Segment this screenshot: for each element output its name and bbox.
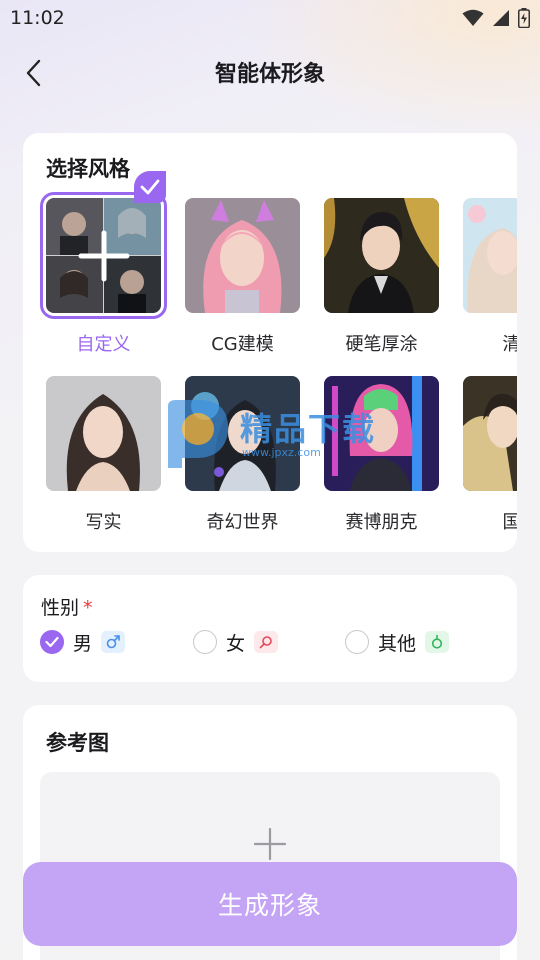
male-icon <box>101 631 126 653</box>
generate-button[interactable]: 生成形象 <box>23 862 517 946</box>
pen-style-image <box>324 198 439 313</box>
style-thumb <box>40 192 167 319</box>
gender-option-other[interactable]: 其他 <box>345 629 450 655</box>
style-section-title: 选择风格 <box>46 157 130 181</box>
gender-card: 性别 * 男 女 其他 <box>23 575 517 682</box>
style-item-label: CG建模 <box>211 334 274 355</box>
gender-label: 男 <box>73 632 93 655</box>
radio-other[interactable] <box>345 630 369 654</box>
gender-title-text: 性别 <box>41 597 80 619</box>
upload-plus <box>253 827 287 865</box>
style-thumb <box>463 376 517 491</box>
battery-icon <box>518 8 530 28</box>
add-custom-overlay <box>46 198 161 313</box>
watermark: 精品下载 www.jpxz.com <box>162 398 392 472</box>
gender-title: 性别 * <box>41 593 93 620</box>
check-icon <box>140 179 160 195</box>
status-bar: 11:02 <box>0 0 540 36</box>
wifi-icon <box>462 9 484 26</box>
other-gender-icon <box>425 631 450 653</box>
cg-style-image <box>185 198 300 313</box>
style-item-label: 写实 <box>85 512 122 533</box>
style-thumb <box>324 198 439 313</box>
style-thumb <box>185 198 300 313</box>
plus-icon <box>253 827 287 861</box>
style-item-label: 清新 <box>502 334 518 355</box>
status-time: 11:02 <box>10 7 65 29</box>
radio-female[interactable] <box>193 630 217 654</box>
watermark-sub: www.jpxz.com <box>242 446 321 459</box>
style-card: 选择风格 自定义 CG建模 硬笔厚涂 清 写实 奇幻世界 赛博朋克 国 <box>23 133 517 552</box>
page-title: 智能体形象 <box>214 62 325 87</box>
signal-icon <box>493 10 509 26</box>
required-mark: * <box>83 597 93 619</box>
style-thumb <box>46 376 161 491</box>
check-icon <box>45 636 59 648</box>
fresh-style-image <box>463 198 517 313</box>
gender-option-female[interactable]: 女 <box>193 629 279 655</box>
female-icon <box>254 631 279 653</box>
style-item-label: 奇幻世界 <box>206 512 279 533</box>
guofeng-style-image <box>463 376 517 491</box>
gender-label: 女 <box>226 632 246 655</box>
watermark-text: 精品下载 <box>240 410 377 448</box>
plus-icon <box>78 230 129 281</box>
style-item-label: 赛博朋克 <box>345 512 418 533</box>
gender-label: 其他 <box>378 632 417 655</box>
reference-title: 参考图 <box>46 731 109 755</box>
status-icons <box>462 8 530 28</box>
realistic-style-image <box>46 376 161 491</box>
selected-check-badge <box>134 171 166 203</box>
style-item-label: 国风 <box>502 512 518 533</box>
style-item-label: 自定义 <box>76 334 131 355</box>
style-thumb <box>463 198 517 313</box>
gender-option-male[interactable]: 男 <box>40 629 126 655</box>
watermark-logo-icon <box>168 400 229 468</box>
radio-male[interactable] <box>40 630 64 654</box>
style-item-label: 硬笔厚涂 <box>345 334 418 355</box>
